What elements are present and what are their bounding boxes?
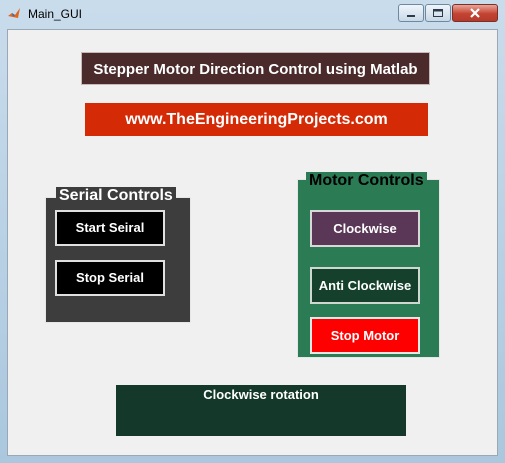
stop-motor-button[interactable]: Stop Motor [310,317,420,354]
main-window: Main_GUI Stepper Motor Direction Control… [0,0,505,463]
matlab-icon [8,8,20,18]
project-title-banner: Stepper Motor Direction Control using Ma… [81,52,430,85]
status-display: Clockwise rotation [116,385,406,436]
start-serial-button[interactable]: Start Seiral [55,210,165,246]
serial-controls-title: Serial Controls [56,187,176,205]
anticlockwise-button[interactable]: Anti Clockwise [310,267,420,304]
close-icon [470,8,480,18]
maximize-button[interactable] [425,4,451,22]
figure-area: Stepper Motor Direction Control using Ma… [7,29,498,456]
motor-controls-panel: Motor Controls Clockwise Anti Clockwise … [297,172,440,358]
serial-controls-panel: Serial Controls Start Seiral Stop Serial [45,187,191,323]
motor-controls-title: Motor Controls [306,172,427,190]
minimize-button[interactable] [398,4,424,22]
window-title: Main_GUI [28,7,83,21]
minimize-icon [407,15,415,17]
clockwise-button[interactable]: Clockwise [310,210,420,247]
title-bar[interactable]: Main_GUI [0,0,505,27]
maximize-icon [433,9,443,17]
stop-serial-button[interactable]: Stop Serial [55,260,165,296]
close-button[interactable] [452,4,498,22]
website-banner: www.TheEngineeringProjects.com [85,103,428,136]
